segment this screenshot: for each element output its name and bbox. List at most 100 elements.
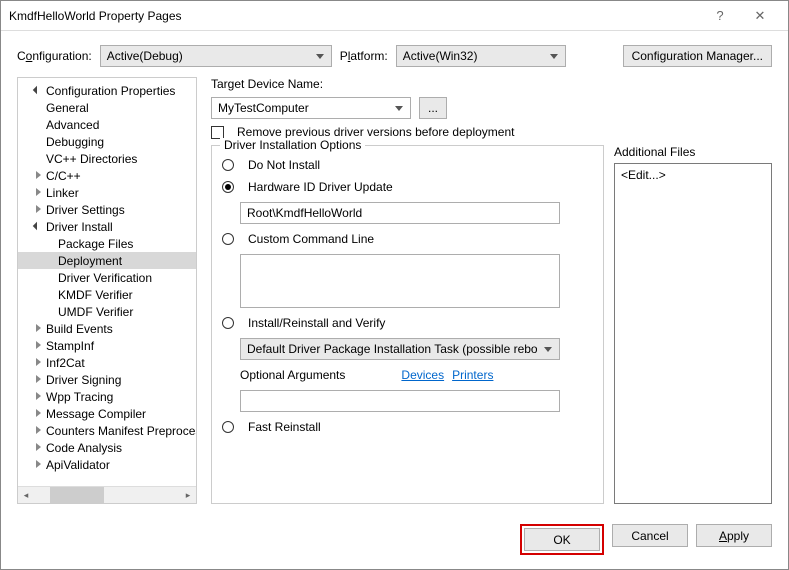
devices-link[interactable]: Devices: [401, 368, 444, 382]
tree-item[interactable]: Driver Verification: [18, 269, 196, 286]
chevron-right-icon[interactable]: [34, 171, 44, 181]
nav-tree-panel: Configuration PropertiesGeneralAdvancedD…: [17, 77, 197, 504]
tree-item[interactable]: C/C++: [18, 167, 196, 184]
additional-files-group: Additional Files <Edit...>: [614, 145, 772, 504]
tree-item-label: Advanced: [46, 118, 99, 132]
tree-item[interactable]: Deployment: [18, 252, 196, 269]
close-button[interactable]: ✕: [740, 8, 780, 24]
apply-button[interactable]: Apply: [696, 524, 772, 547]
chevron-down-icon[interactable]: [34, 86, 44, 96]
tree-item-label: Driver Verification: [58, 271, 152, 285]
tree-item[interactable]: General: [18, 99, 196, 116]
tree-item[interactable]: VC++ Directories: [18, 150, 196, 167]
hardware-id-input[interactable]: Root\KmdfHelloWorld: [240, 202, 560, 224]
chevron-right-icon[interactable]: [34, 358, 44, 368]
radio-install-verify[interactable]: Install/Reinstall and Verify: [222, 316, 593, 330]
driver-install-options-group: Driver Installation Options Do Not Insta…: [211, 145, 604, 504]
tree-item[interactable]: StampInf: [18, 337, 196, 354]
chevron-right-icon[interactable]: [34, 375, 44, 385]
radio-icon: [222, 181, 234, 193]
chevron-right-icon[interactable]: [34, 426, 44, 436]
target-device-combo[interactable]: MyTestComputer: [211, 97, 411, 119]
tree-item[interactable]: ApiValidator: [18, 456, 196, 473]
browse-device-button[interactable]: ...: [419, 97, 447, 119]
install-task-combo[interactable]: Default Driver Package Installation Task…: [240, 338, 560, 360]
nav-tree[interactable]: Configuration PropertiesGeneralAdvancedD…: [18, 78, 196, 486]
tree-item-label: Counters Manifest Preprocessor: [46, 424, 196, 438]
checkbox-icon: [211, 126, 224, 139]
tree-item-label: Inf2Cat: [46, 356, 85, 370]
tree-item-label: Driver Install: [46, 220, 113, 234]
tree-item-label: C/C++: [46, 169, 81, 183]
tree-item[interactable]: Driver Install: [18, 218, 196, 235]
configuration-combo[interactable]: Active(Debug): [100, 45, 332, 67]
chevron-right-icon[interactable]: [34, 392, 44, 402]
chevron-right-icon[interactable]: [34, 324, 44, 334]
tree-item-label: ApiValidator: [46, 458, 110, 472]
tree-item[interactable]: Code Analysis: [18, 439, 196, 456]
ok-button[interactable]: OK: [524, 528, 600, 551]
tree-item[interactable]: Debugging: [18, 133, 196, 150]
radio-icon: [222, 233, 234, 245]
custom-cmd-textarea[interactable]: [240, 254, 560, 308]
additional-files-label: Additional Files: [614, 145, 772, 159]
tree-item-label: VC++ Directories: [46, 152, 137, 166]
radio-icon: [222, 421, 234, 433]
platform-label: Platform:: [340, 49, 388, 63]
tree-item-label: StampInf: [46, 339, 94, 353]
tree-item-label: General: [46, 101, 89, 115]
config-toolbar: Configuration: Active(Debug) Platform: A…: [1, 31, 788, 77]
tree-item-label: Package Files: [58, 237, 133, 251]
tree-item-label: Wpp Tracing: [46, 390, 113, 404]
driver-install-options-legend: Driver Installation Options: [220, 138, 365, 152]
tree-item[interactable]: Counters Manifest Preprocessor: [18, 422, 196, 439]
radio-do-not-install[interactable]: Do Not Install: [222, 158, 593, 172]
tree-hscrollbar[interactable]: ◂ ▸: [18, 486, 196, 503]
help-button[interactable]: ?: [700, 8, 740, 23]
tree-item[interactable]: Message Compiler: [18, 405, 196, 422]
tree-item[interactable]: Package Files: [18, 235, 196, 252]
configuration-manager-button[interactable]: Configuration Manager...: [623, 45, 772, 67]
tree-item[interactable]: Driver Settings: [18, 201, 196, 218]
tree-item[interactable]: KMDF Verifier: [18, 286, 196, 303]
tree-item-label: Message Compiler: [46, 407, 146, 421]
scroll-thumb[interactable]: [50, 487, 104, 503]
radio-custom-cmd[interactable]: Custom Command Line: [222, 232, 593, 246]
tree-item-label: UMDF Verifier: [58, 305, 133, 319]
optional-args-input[interactable]: [240, 390, 560, 412]
radio-hardware-id[interactable]: Hardware ID Driver Update: [222, 180, 593, 194]
scroll-left-icon[interactable]: ◂: [18, 487, 34, 503]
dialog-footer: OK Cancel Apply: [1, 514, 788, 569]
chevron-right-icon[interactable]: [34, 188, 44, 198]
window-title: KmdfHelloWorld Property Pages: [9, 9, 700, 23]
tree-item[interactable]: Inf2Cat: [18, 354, 196, 371]
tree-item[interactable]: Linker: [18, 184, 196, 201]
remove-previous-checkbox[interactable]: Remove previous driver versions before d…: [211, 125, 772, 139]
tree-item-label: Linker: [46, 186, 79, 200]
radio-icon: [222, 317, 234, 329]
chevron-right-icon[interactable]: [34, 409, 44, 419]
target-device-label: Target Device Name:: [211, 77, 772, 91]
chevron-right-icon[interactable]: [34, 205, 44, 215]
scroll-right-icon[interactable]: ▸: [180, 487, 196, 503]
radio-icon: [222, 159, 234, 171]
tree-item[interactable]: Configuration Properties: [18, 82, 196, 99]
tree-item[interactable]: Driver Signing: [18, 371, 196, 388]
ok-highlight: OK: [520, 524, 604, 555]
titlebar: KmdfHelloWorld Property Pages ? ✕: [1, 1, 788, 31]
tree-item[interactable]: Advanced: [18, 116, 196, 133]
radio-fast-reinstall[interactable]: Fast Reinstall: [222, 420, 593, 434]
chevron-right-icon[interactable]: [34, 443, 44, 453]
tree-item-label: Driver Signing: [46, 373, 121, 387]
printers-link[interactable]: Printers: [452, 368, 493, 382]
property-pages-dialog: KmdfHelloWorld Property Pages ? ✕ Config…: [0, 0, 789, 570]
tree-item[interactable]: Build Events: [18, 320, 196, 337]
additional-files-list[interactable]: <Edit...>: [614, 163, 772, 504]
chevron-down-icon[interactable]: [34, 222, 44, 232]
cancel-button[interactable]: Cancel: [612, 524, 688, 547]
tree-item[interactable]: UMDF Verifier: [18, 303, 196, 320]
chevron-right-icon[interactable]: [34, 341, 44, 351]
platform-combo[interactable]: Active(Win32): [396, 45, 566, 67]
chevron-right-icon[interactable]: [34, 460, 44, 470]
tree-item[interactable]: Wpp Tracing: [18, 388, 196, 405]
